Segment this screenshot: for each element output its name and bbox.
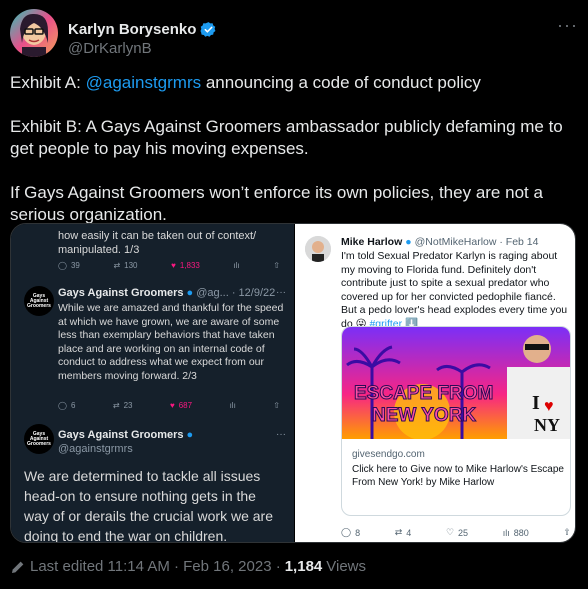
retweet-stat: ⇄ 4 [394,527,412,538]
verified-badge-icon: ● [186,429,194,441]
retweet-icon: ⇄ [113,261,121,270]
card-domain: givesendgo.com [352,449,425,460]
gag-tweet-3-text: We are determined to tackle all issues h… [24,468,273,543]
share-icon: ⇧ [273,261,280,270]
gag-tweet-2-stats: ◯ 6 ⇄ 23 ♥ 687 ılı ⇧ [58,401,280,410]
media-image-left[interactable]: how easily it can be taken out of contex… [11,224,294,543]
gag-handle-date: @ag... · 12/9/22 [196,287,276,299]
retweet-stat: ⇄ 23 [112,401,133,410]
views-stat: ılı 880 [502,527,529,538]
more-options-icon[interactable]: ··· [557,15,578,36]
author-name-row[interactable]: Karlyn Borysenko [68,21,217,38]
exhibit-a-label: Exhibit A: [10,73,86,92]
reply-stat: ◯ 6 [58,401,76,410]
tweet-paragraph-3: If Gays Against Groomers won’t enforce i… [10,183,543,224]
mike-harlow-handle: @NotMikeHarlow · Feb 14 [414,236,539,248]
like-stat: ♡ 25 [445,527,469,538]
retweet-icon: ⇄ [112,401,120,410]
analytics-icon: ılı [229,401,236,410]
mike-harlow-name: Mike Harlow [341,236,403,248]
more-options-icon: ··· [276,429,286,440]
author-handle[interactable]: @DrKarlynB [68,40,152,57]
gag-tweet-2-text: While we are amazed and thankful for the… [58,302,284,382]
card-image: I ♥ NY ESCAPE FROM NEW YORK [342,327,570,439]
pencil-icon [12,561,24,573]
retweet-icon: ⇄ [394,527,403,537]
mention-link[interactable]: @againstgrmrs [86,73,202,92]
card-title: Click here to Give now to Mike Harlow's … [352,464,564,488]
mike-harlow-header: Mike Harlow ● @NotMikeHarlow · Feb 14 [341,236,539,248]
last-edited-text[interactable]: Last edited 11:14 AM · Feb 16, 2023 · [30,558,281,575]
card-image-title-1: ESCAPE FROM [354,383,493,404]
reply-stat: ◯ 39 [58,261,80,270]
heart-icon: ♥ [171,261,176,270]
verified-badge-icon: ● [405,236,412,248]
verified-badge-icon: ● [186,287,194,299]
mike-harlow-stats: ◯ 8 ⇄ 4 ♡ 25 ılı 880 ⇧ [341,527,571,538]
views-label: Views [326,558,367,575]
heart-icon: ♥ [169,401,175,410]
gag-logo: Gays Against Groomers [24,286,54,316]
media-image-right[interactable]: Mike Harlow ● @NotMikeHarlow · Feb 14 I'… [295,224,575,542]
tweet-media[interactable]: how easily it can be taken out of contex… [10,223,576,543]
analytics-icon: ılı [233,261,240,270]
like-stat: ♥ 687 [169,401,193,410]
author-name[interactable]: Karlyn Borysenko [68,21,196,38]
share-icon: ⇧ [563,527,571,537]
more-options-icon: ··· [276,287,286,298]
tweet-paragraph-1: Exhibit A: @againstgrmrs announcing a co… [10,72,580,94]
svg-text:I: I [532,392,540,414]
verified-badge-icon [200,22,216,37]
gag-tweet-2-header: Gays Against Groomers ● @ag... · 12/9/22 [58,287,275,299]
retweet-stat: ⇄ 130 [113,261,138,270]
reply-icon: ◯ [58,261,67,270]
analytics-icon: ılı [502,527,510,538]
exhibit-a-text: announcing a code of conduct policy [201,73,481,92]
mike-harlow-avatar [305,236,331,262]
gag-tweet-3-header: Gays Against Groomers ● [58,429,193,441]
tweet-header: Karlyn Borysenko @DrKarlynB ··· [10,9,578,59]
share-icon: ⇧ [273,401,280,410]
mike-harlow-tweet-text: I'm told Sexual Predator Karlyn is ragin… [341,250,568,330]
gag-name: Gays Against Groomers [58,429,184,441]
reply-icon: ◯ [341,527,352,537]
like-stat: ♥ 1,833 [171,261,200,270]
author-avatar[interactable] [10,9,58,57]
svg-text:♥: ♥ [544,398,554,415]
views-count: 1,184 [284,558,323,575]
reply-icon: ◯ [58,401,67,410]
gag-tweet-1-stats: ◯ 39 ⇄ 130 ♥ 1,833 ılı ⇧ [58,261,280,270]
card-image-title-2: NEW YORK [372,405,476,426]
gag-logo: Gays Against Groomers [24,424,54,454]
reply-stat: ◯ 8 [341,527,361,538]
heart-icon: ♡ [445,527,455,537]
link-card: I ♥ NY ESCAPE FROM NEW YORK givesendgo.c… [341,326,571,516]
tweet-text: Exhibit A: @againstgrmrs announcing a co… [10,72,580,248]
gag-name: Gays Against Groomers [58,287,184,299]
tweet-footer: Last edited 11:14 AM · Feb 16, 2023 · 1,… [10,558,366,575]
gag-tweet-3-handle: @againstgrmrs [58,443,133,455]
svg-text:NY: NY [534,415,560,435]
gag-tweet-1-text: how easily it can be taken out of contex… [58,230,257,256]
tweet-paragraph-2: Exhibit B: A Gays Against Groomers ambas… [10,117,563,158]
